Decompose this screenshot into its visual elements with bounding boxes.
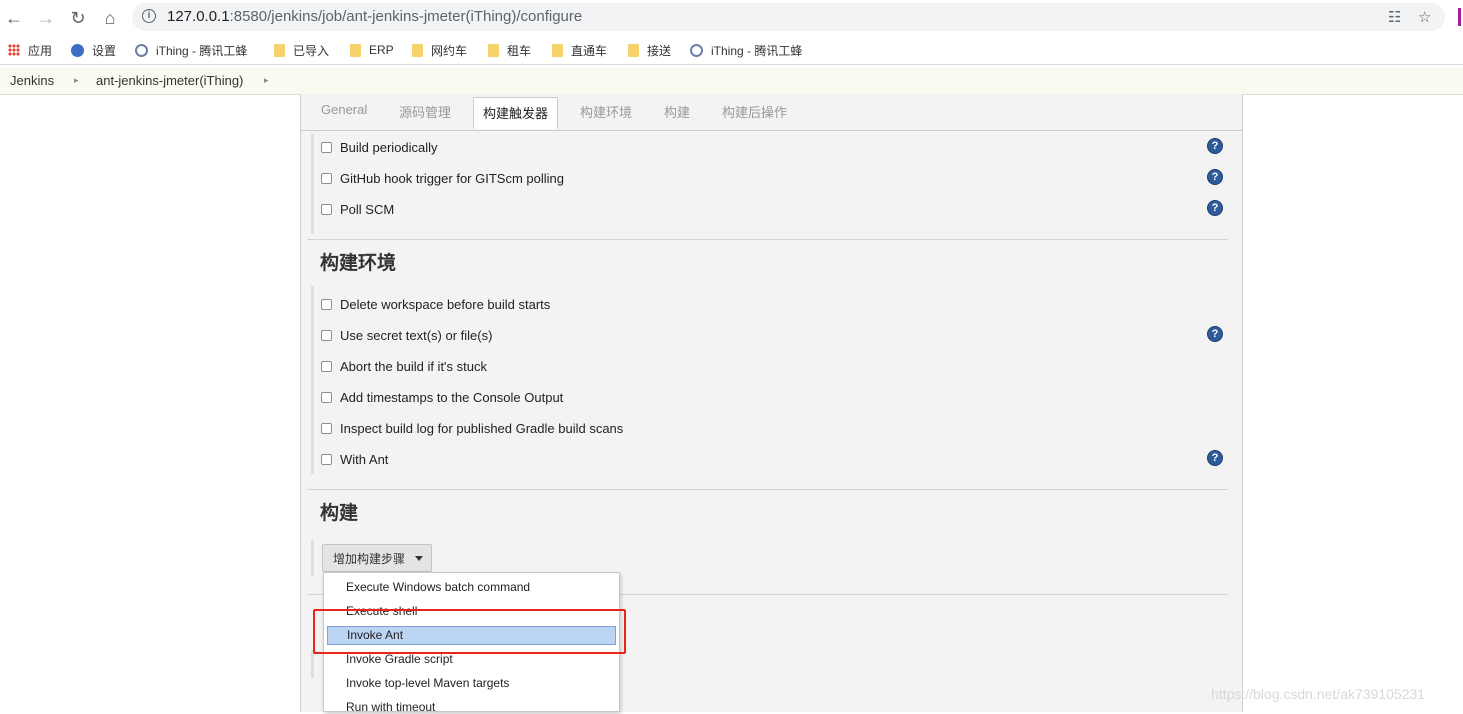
- help-icon[interactable]: ?: [1207, 200, 1223, 216]
- breadcrumb: Jenkins ▸ ant-jenkins-jmeter(iThing) ▸: [0, 68, 1463, 95]
- bookmark-ride-hailing[interactable]: 网约车: [412, 41, 467, 59]
- breadcrumb-job[interactable]: ant-jenkins-jmeter(iThing): [96, 73, 243, 88]
- bookmark-pickup[interactable]: 接送: [628, 41, 671, 59]
- option-github-hook[interactable]: GitHub hook trigger for GITScm polling: [321, 167, 564, 189]
- profile-strip: [1458, 8, 1461, 26]
- menu-item-maven[interactable]: Invoke top-level Maven targets: [346, 676, 509, 690]
- folder-icon: [628, 43, 639, 57]
- tab-general[interactable]: General: [321, 102, 367, 117]
- option-with-ant[interactable]: With Ant: [321, 448, 388, 470]
- breadcrumb-arrow-icon[interactable]: ▸: [264, 75, 269, 86]
- option-timestamps[interactable]: Add timestamps to the Console Output: [321, 386, 563, 408]
- url-text: 127.0.0.1:8580/jenkins/job/ant-jenkins-j…: [167, 8, 583, 25]
- section-divider: [307, 489, 1228, 490]
- checkbox[interactable]: [321, 391, 332, 403]
- section-bar: [311, 650, 314, 678]
- folder-icon: [274, 43, 285, 57]
- section-divider: [307, 239, 1228, 240]
- folder-icon: [552, 43, 563, 57]
- breadcrumb-arrow-icon[interactable]: ▸: [74, 75, 79, 86]
- tab-build-triggers[interactable]: 构建触发器: [473, 97, 559, 129]
- option-poll-scm[interactable]: Poll SCM: [321, 198, 394, 220]
- tab-source-code[interactable]: 源码管理: [399, 102, 451, 121]
- section-title-build-env: 构建环境: [320, 253, 397, 274]
- checkbox[interactable]: [321, 141, 332, 153]
- section-bar: [311, 540, 314, 576]
- bookmark-imported[interactable]: 已导入: [274, 41, 329, 59]
- menu-item-windows-batch[interactable]: Execute Windows batch command: [346, 580, 530, 594]
- bookmark-ithing[interactable]: iThing - 腾讯工蜂: [135, 41, 247, 59]
- config-tabs: General 源码管理 构建触发器 构建环境 构建 构建后操作: [301, 94, 1242, 131]
- watermark: https://blog.csdn.net/ak739105231: [1211, 686, 1426, 702]
- tab-build[interactable]: 构建: [664, 102, 690, 121]
- checkbox[interactable]: [321, 298, 332, 310]
- menu-item-gradle[interactable]: Invoke Gradle script: [346, 652, 453, 666]
- option-build-periodically[interactable]: Build periodically: [321, 136, 438, 158]
- tab-post-build[interactable]: 构建后操作: [722, 102, 787, 121]
- folder-icon: [350, 43, 361, 57]
- address-bar[interactable]: i 127.0.0.1:8580/jenkins/job/ant-jenkins…: [132, 3, 1445, 31]
- help-icon[interactable]: ?: [1207, 450, 1223, 466]
- back-arrow-icon[interactable]: ←: [2, 6, 26, 30]
- bookmark-direct[interactable]: 直通车: [552, 41, 607, 59]
- caret-down-icon: [415, 555, 424, 561]
- bookmark-erp[interactable]: ERP: [350, 41, 394, 59]
- bookmark-star-icon[interactable]: ☆: [1418, 8, 1431, 26]
- checkbox[interactable]: [321, 203, 332, 215]
- add-build-step-button[interactable]: 增加构建步骤: [322, 544, 432, 572]
- section-title-build: 构建: [320, 503, 359, 524]
- gear-icon: [71, 43, 84, 57]
- section-bar: [311, 134, 314, 234]
- highlight-annotation: [313, 609, 626, 654]
- folder-icon: [488, 43, 499, 57]
- forward-arrow-icon[interactable]: →: [34, 6, 58, 30]
- home-icon[interactable]: ⌂: [98, 6, 122, 30]
- bookmark-settings[interactable]: 设置: [71, 41, 116, 59]
- translate-icon[interactable]: ☷: [1388, 8, 1401, 26]
- breadcrumb-jenkins[interactable]: Jenkins: [10, 73, 54, 88]
- bookmark-ithing-2[interactable]: iThing - 腾讯工蜂: [690, 41, 802, 59]
- section-bar: [311, 286, 314, 474]
- checkbox[interactable]: [321, 172, 332, 184]
- tab-build-env[interactable]: 构建环境: [580, 102, 632, 121]
- checkbox[interactable]: [321, 453, 332, 465]
- globe-icon: [135, 43, 148, 57]
- globe-icon: [690, 43, 703, 57]
- option-abort-stuck[interactable]: Abort the build if it's stuck: [321, 355, 487, 377]
- site-info-icon[interactable]: i: [142, 9, 156, 23]
- checkbox[interactable]: [321, 360, 332, 372]
- folder-icon: [412, 43, 423, 57]
- checkbox[interactable]: [321, 422, 332, 434]
- option-secret-text[interactable]: Use secret text(s) or file(s): [321, 324, 492, 346]
- help-icon[interactable]: ?: [1207, 326, 1223, 342]
- bookmark-car-rental[interactable]: 租车: [488, 41, 531, 59]
- option-gradle-scans[interactable]: Inspect build log for published Gradle b…: [321, 417, 623, 439]
- bookmarks-bar: 应用 设置 iThing - 腾讯工蜂 已导入 ERP 网约车 租车 直通车 接…: [0, 36, 1463, 65]
- browser-toolbar: ← → ↻ ⌂ i 127.0.0.1:8580/jenkins/job/ant…: [0, 0, 1463, 36]
- apps-grid-icon: [8, 44, 20, 56]
- help-icon[interactable]: ?: [1207, 169, 1223, 185]
- help-icon[interactable]: ?: [1207, 138, 1223, 154]
- reload-icon[interactable]: ↻: [66, 6, 90, 30]
- bookmark-apps[interactable]: 应用: [8, 41, 52, 59]
- checkbox[interactable]: [321, 329, 332, 341]
- option-delete-workspace[interactable]: Delete workspace before build starts: [321, 293, 550, 315]
